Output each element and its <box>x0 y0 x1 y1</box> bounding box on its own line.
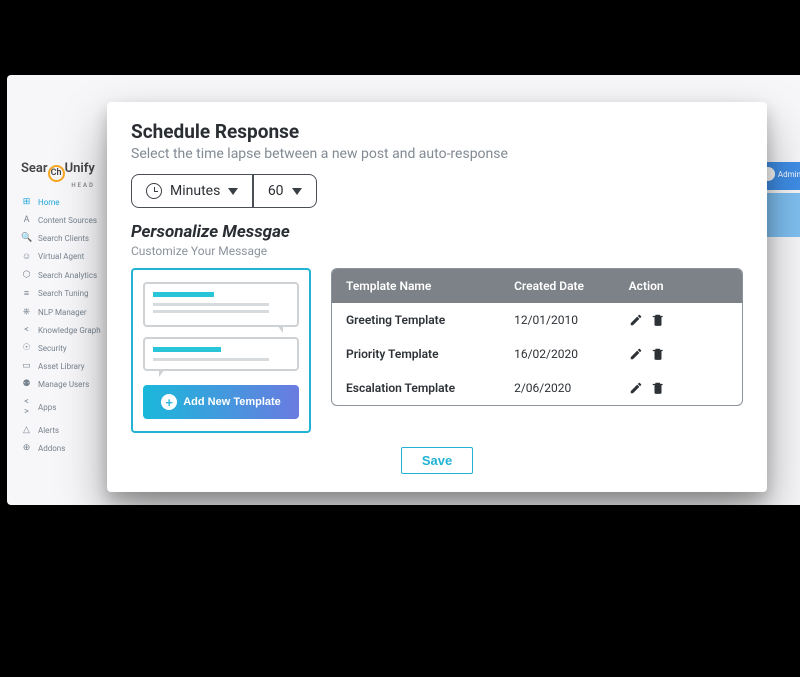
save-button[interactable]: Save <box>401 447 473 474</box>
sidebar-icon: < > <box>21 397 32 417</box>
edit-icon[interactable] <box>629 347 643 361</box>
col-created-date: Created Date <box>514 279 629 293</box>
chat-bubble-preview-icon <box>143 282 299 327</box>
sidebar-item-alerts[interactable]: △ Alerts <box>19 421 114 439</box>
cell-created-date: 16/02/2020 <box>514 347 629 361</box>
modal-subtitle: Select the time lapse between a new post… <box>131 146 743 162</box>
chat-bubble-preview-icon <box>143 337 299 371</box>
sidebar-icon: ⊞ <box>21 197 32 207</box>
edit-icon[interactable] <box>629 381 643 395</box>
cell-actions <box>629 347 728 361</box>
table-row: Priority Template16/02/2020 <box>332 337 742 371</box>
cell-actions <box>629 381 728 395</box>
delete-icon[interactable] <box>651 381 665 395</box>
sidebar-item-label: Manage Users <box>38 380 89 389</box>
sidebar-item-nlp-manager[interactable]: ⎈ NLP Manager <box>19 303 114 321</box>
chevron-down-icon <box>228 188 238 195</box>
sidebar-item-label: Alerts <box>38 426 59 435</box>
sidebar-item-label: Addons <box>38 444 65 453</box>
col-template-name: Template Name <box>346 279 514 293</box>
user-label: Admin <box>778 170 800 179</box>
modal-title: Schedule Response <box>131 120 743 143</box>
sidebar-item-security[interactable]: ☉ Security <box>19 339 114 357</box>
sidebar-item-label: Asset Library <box>38 362 85 371</box>
sidebar-item-virtual-agent[interactable]: ☺ Virtual Agent <box>19 247 114 266</box>
table-header: Template Name Created Date Action <box>332 269 742 303</box>
sidebar-item-label: NLP Manager <box>38 308 87 317</box>
time-lapse-selector: Minutes 60 <box>131 174 317 208</box>
plus-circle-icon: + <box>161 394 177 410</box>
brand-prefix: Sear <box>21 161 48 176</box>
brand-logo: SearChUnify HEAD <box>21 161 95 189</box>
sidebar-item-label: Content Sources <box>38 216 97 225</box>
sidebar-icon: ▭ <box>21 361 32 371</box>
sidebar-item-label: Search Analytics <box>38 271 97 280</box>
schedule-response-modal: Schedule Response Select the time lapse … <box>107 102 767 492</box>
sidebar-item-label: Apps <box>38 403 56 412</box>
time-value-dropdown[interactable]: 60 <box>254 175 316 207</box>
sidebar-item-label: Virtual Agent <box>38 252 84 261</box>
sidebar-icon: ☉ <box>21 343 32 353</box>
sidebar-item-label: Search Clients <box>38 234 89 243</box>
sidebar-item-knowledge-graph[interactable]: < Knowledge Graph <box>19 321 114 339</box>
delete-icon[interactable] <box>651 313 665 327</box>
sidebar-item-asset-library[interactable]: ▭ Asset Library <box>19 357 114 375</box>
cell-created-date: 12/01/2010 <box>514 313 629 327</box>
sidebar-item-search-analytics[interactable]: ⬡ Search Analytics <box>19 266 114 284</box>
cell-template-name: Escalation Template <box>346 381 514 395</box>
sidebar-item-label: Security <box>38 344 67 353</box>
sidebar-item-label: Search Tuning <box>38 289 89 298</box>
cell-actions <box>629 313 728 327</box>
sidebar-item-content-sources[interactable]: A Content Sources <box>19 211 114 229</box>
chevron-down-icon <box>292 188 302 195</box>
sidebar-item-search-tuning[interactable]: ≡ Search Tuning <box>19 284 114 303</box>
sidebar-icon: ⎈ <box>21 307 32 317</box>
sidebar-item-home[interactable]: ⊞ Home <box>19 193 114 211</box>
sidebar-item-apps[interactable]: < > Apps <box>19 393 114 421</box>
table-row: Escalation Template2/06/2020 <box>332 371 742 405</box>
time-unit-dropdown[interactable]: Minutes <box>132 175 252 207</box>
sidebar-item-label: Home <box>38 198 60 207</box>
sidebar-item-manage-users[interactable]: ⚉ Manage Users <box>19 375 114 393</box>
brand-suffix: Unify <box>65 161 95 176</box>
sidebar-icon: A <box>21 215 32 225</box>
table-row: Greeting Template12/01/2010 <box>332 303 742 337</box>
sidebar-item-addons[interactable]: ⊕ Addons <box>19 439 114 457</box>
sidebar-icon: ⬡ <box>21 270 32 280</box>
add-new-template-button[interactable]: + Add New Template <box>143 385 299 419</box>
sidebar-icon: ≡ <box>21 288 32 299</box>
sidebar-icon: ☺ <box>21 251 32 262</box>
sidebar: ⊞ Home A Content Sources 🔍 Search Clients ☺ Vir… <box>19 193 114 457</box>
cell-template-name: Greeting Template <box>346 313 514 327</box>
personalize-subtitle: Customize Your Message <box>131 244 743 258</box>
sidebar-icon: ⊕ <box>21 443 32 453</box>
template-preview-card: + Add New Template <box>131 268 311 433</box>
delete-icon[interactable] <box>651 347 665 361</box>
edit-icon[interactable] <box>629 313 643 327</box>
sidebar-icon: △ <box>21 425 32 435</box>
sidebar-icon: 🔍 <box>21 233 32 243</box>
templates-table: Template Name Created Date Action Greeti… <box>331 268 743 406</box>
clock-icon <box>146 183 162 199</box>
time-unit-label: Minutes <box>170 183 220 199</box>
add-template-label: Add New Template <box>183 396 281 408</box>
personalize-title: Personalize Messgae <box>131 222 743 242</box>
brand-subtext: HEAD <box>21 182 95 189</box>
sidebar-item-search-clients[interactable]: 🔍 Search Clients <box>19 229 114 247</box>
cell-template-name: Priority Template <box>346 347 514 361</box>
sidebar-icon: < <box>21 325 32 335</box>
sidebar-item-label: Knowledge Graph <box>38 326 101 335</box>
sidebar-icon: ⚉ <box>21 379 32 389</box>
col-action: Action <box>629 279 728 293</box>
time-value-label: 60 <box>268 183 284 199</box>
cell-created-date: 2/06/2020 <box>514 381 629 395</box>
brand-ch-icon: Ch <box>48 165 65 182</box>
